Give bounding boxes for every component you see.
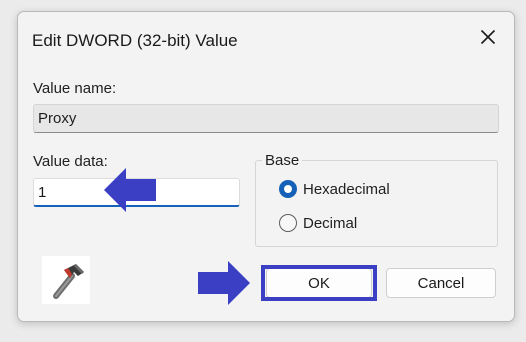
close-button[interactable] (473, 24, 503, 54)
cancel-button[interactable]: Cancel (386, 268, 496, 298)
radio-hexadecimal-label: Hexadecimal (303, 180, 390, 198)
close-icon (480, 29, 496, 50)
dialog-title: Edit DWORD (32-bit) Value (32, 31, 238, 50)
annotation-arrow-right-icon (198, 261, 250, 310)
hammer-icon (42, 256, 90, 304)
radio-unchecked-icon (279, 214, 297, 232)
edit-dword-dialog: Edit DWORD (32-bit) Value Value name: Pr… (17, 11, 515, 322)
radio-decimal-label: Decimal (303, 214, 358, 232)
value-name-field: Proxy (33, 104, 499, 133)
base-groupbox (255, 160, 498, 247)
screen: Edit DWORD (32-bit) Value Value name: Pr… (0, 0, 526, 342)
radio-hexadecimal[interactable]: Hexadecimal (279, 180, 390, 198)
ok-highlight-box (261, 265, 377, 301)
radio-checked-icon (279, 180, 297, 198)
base-legend: Base (262, 152, 303, 169)
value-name-label: Value name: (33, 80, 117, 97)
value-data-label: Value data: (33, 153, 108, 170)
annotation-arrow-left-icon (104, 168, 156, 217)
radio-decimal[interactable]: Decimal (279, 214, 357, 232)
